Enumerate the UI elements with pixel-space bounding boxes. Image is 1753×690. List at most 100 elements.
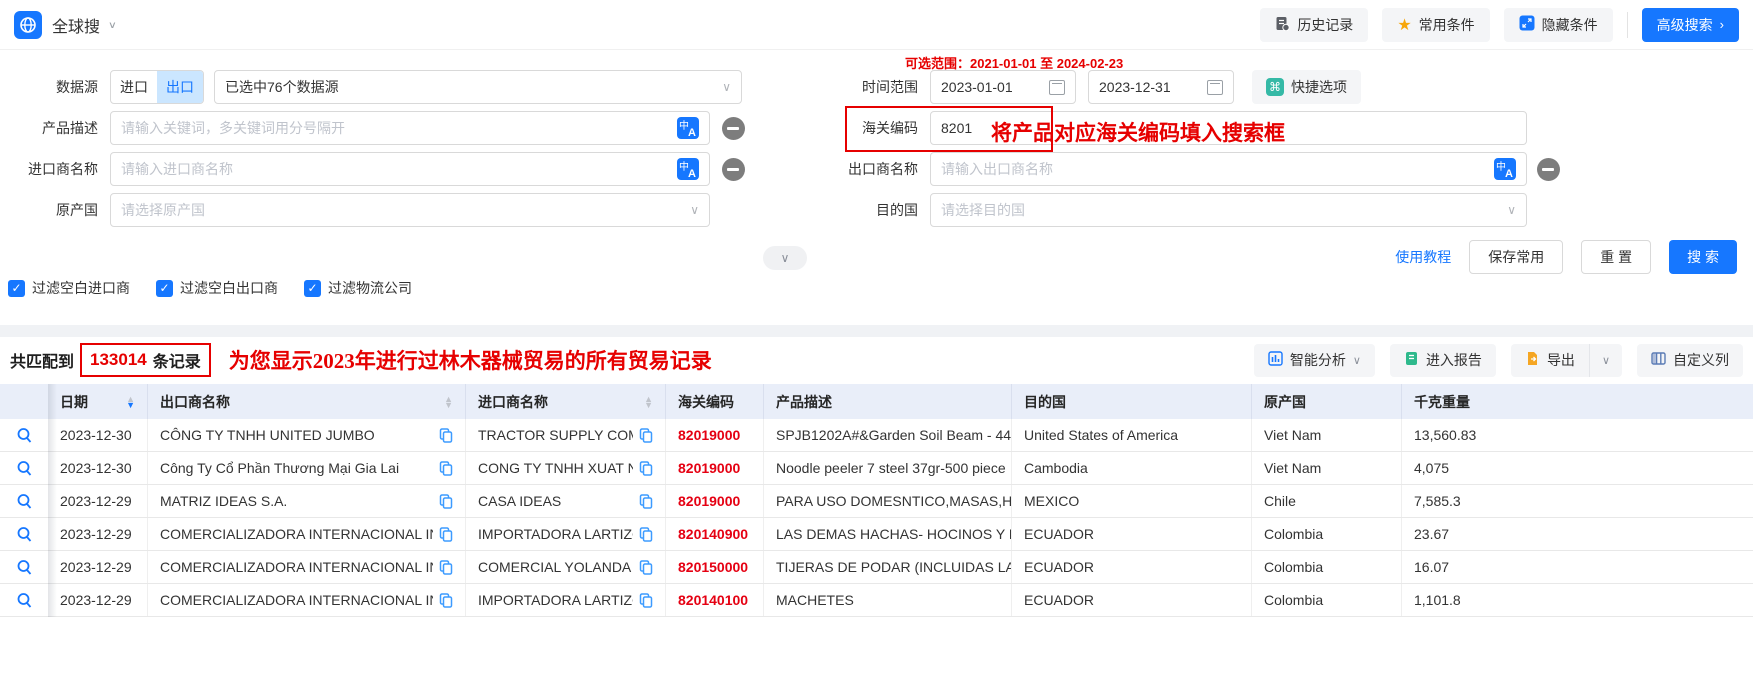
exporter-name-input-wrap: 中A — [930, 152, 1527, 186]
table-header-row: 日期 ▲▼ 出口商名称 ▲▼ 进口商名称 ▲▼ 海关编码 产品描述 目的国 原产… — [0, 384, 1753, 419]
calendar-icon[interactable] — [1049, 80, 1065, 95]
copy-icon[interactable] — [639, 428, 653, 443]
product-desc-input[interactable] — [121, 120, 677, 136]
importer-name-input-wrap: 中A — [110, 152, 710, 186]
datasource-select[interactable]: 已选中76个数据源 ∨ — [214, 70, 742, 104]
tutorial-link[interactable]: 使用教程 — [1395, 247, 1451, 267]
favorite-conditions-button[interactable]: ★ 常用条件 — [1382, 8, 1489, 42]
translate-icon[interactable]: 中A — [1494, 158, 1516, 180]
importer-cell: CASA IDEAS — [466, 485, 666, 517]
filter-blank-exporter-checkbox[interactable]: ✓ 过滤空白出口商 — [156, 278, 278, 298]
exclude-exporter-icon[interactable] — [1537, 158, 1560, 181]
exporter-name-input[interactable] — [941, 161, 1494, 177]
copy-icon[interactable] — [439, 527, 453, 542]
favorite-conditions-label: 常用条件 — [1419, 15, 1475, 35]
copy-icon[interactable] — [439, 428, 453, 443]
translate-icon[interactable]: 中A — [677, 117, 699, 139]
importer-name[interactable]: CONG TY TNHH XUAT NH — [478, 460, 633, 476]
header-origin: 原产国 — [1252, 384, 1402, 419]
sort-icons[interactable]: ▲▼ — [636, 396, 653, 408]
product-cell: LAS DEMAS HACHAS- HOCINOS Y HE — [764, 518, 1012, 550]
search-button[interactable]: 搜 索 — [1669, 240, 1737, 274]
magnifier-icon[interactable] — [16, 493, 33, 510]
table-row: 2023-12-29 COMERCIALIZADORA INTERNACIONA… — [0, 518, 1753, 551]
magnifier-icon[interactable] — [16, 460, 33, 477]
advanced-search-button[interactable]: 高级搜索 › — [1642, 8, 1739, 42]
magnifier-icon[interactable] — [16, 526, 33, 543]
quick-options-button[interactable]: ⌘ 快捷选项 — [1252, 70, 1361, 104]
copy-icon[interactable] — [639, 560, 653, 575]
header-hs-code: 海关编码 — [666, 384, 764, 419]
hide-conditions-button[interactable]: 隐藏条件 — [1504, 8, 1613, 42]
date-end-wrap — [1088, 70, 1234, 104]
filter-blank-importer-checkbox[interactable]: ✓ 过滤空白进口商 — [8, 278, 130, 298]
exporter-name[interactable]: COMERCIALIZADORA INTERNACIONAL INVE — [160, 559, 433, 575]
hs-code-cell[interactable]: 82019000 — [666, 452, 764, 484]
import-toggle[interactable]: 进口 — [111, 71, 157, 103]
date-start-input[interactable] — [941, 79, 1041, 95]
header-importer[interactable]: 进口商名称 ▲▼ — [466, 384, 666, 419]
importer-name[interactable]: IMPORTADORA LARTIZCO — [478, 592, 633, 608]
export-toggle[interactable]: 出口 — [157, 71, 203, 103]
sort-icons[interactable]: ▲▼ — [118, 396, 135, 408]
header-action-col — [0, 384, 48, 419]
destination-cell: MEXICO — [1012, 485, 1252, 517]
hs-code-cell[interactable]: 820140100 — [666, 584, 764, 616]
collapse-form-button[interactable]: ∨ — [763, 246, 807, 270]
importer-name[interactable]: TRACTOR SUPPLY COMPA — [478, 427, 633, 443]
smart-analysis-button[interactable]: 智能分析 ∨ — [1254, 344, 1375, 377]
hs-code-cell[interactable]: 820140900 — [666, 518, 764, 550]
date-end-input[interactable] — [1099, 79, 1199, 95]
copy-icon[interactable] — [439, 593, 453, 608]
origin-country-select[interactable]: 请选择原产国 ∨ — [110, 193, 710, 227]
export-dropdown-button[interactable]: ∨ — [1589, 344, 1622, 377]
app-switch-chevron-down-icon[interactable]: ∨ — [108, 19, 117, 30]
star-icon: ★ — [1397, 15, 1411, 35]
importer-name-input[interactable] — [121, 161, 677, 177]
magnifier-icon[interactable] — [16, 559, 33, 576]
header-date[interactable]: 日期 ▲▼ — [48, 384, 148, 419]
header-exporter[interactable]: 出口商名称 ▲▼ — [148, 384, 466, 419]
copy-icon[interactable] — [639, 494, 653, 509]
exclude-importer-icon[interactable] — [722, 158, 745, 181]
exporter-name[interactable]: CÔNG TY TNHH UNITED JUMBO — [160, 427, 375, 443]
magnifier-icon[interactable] — [16, 427, 33, 444]
history-button[interactable]: 历史记录 — [1260, 8, 1368, 42]
copy-icon[interactable] — [439, 461, 453, 476]
exporter-name[interactable]: MATRIZ IDEAS S.A. — [160, 493, 287, 509]
copy-icon[interactable] — [639, 527, 653, 542]
destination-country-select[interactable]: 请选择目的国 ∨ — [930, 193, 1527, 227]
importer-name[interactable]: COMERCIAL YOLANDA SA — [478, 559, 633, 575]
app-logo-globe-icon[interactable] — [14, 11, 42, 39]
exporter-name[interactable]: Công Ty Cổ Phần Thương Mại Gia Lai — [160, 460, 399, 476]
save-conditions-button[interactable]: 保存常用 — [1469, 240, 1563, 274]
advanced-search-label: 高级搜索 — [1657, 15, 1713, 35]
magnifier-icon[interactable] — [16, 592, 33, 609]
exporter-name[interactable]: COMERCIALIZADORA INTERNACIONAL INVE — [160, 592, 433, 608]
hs-code-cell[interactable]: 820150000 — [666, 551, 764, 583]
calendar-icon[interactable] — [1207, 80, 1223, 95]
copy-icon[interactable] — [639, 593, 653, 608]
copy-icon[interactable] — [439, 560, 453, 575]
sort-icons[interactable]: ▲▼ — [436, 396, 453, 408]
product-cell: SPJB1202A#&Garden Soil Beam - 440 — [764, 419, 1012, 451]
filter-logistics-checkbox[interactable]: ✓ 过滤物流公司 — [304, 278, 412, 298]
translate-icon[interactable]: 中A — [677, 158, 699, 180]
checkbox-checked-icon: ✓ — [304, 280, 321, 297]
exporter-name[interactable]: COMERCIALIZADORA INTERNACIONAL INVE — [160, 526, 433, 542]
copy-icon[interactable] — [639, 461, 653, 476]
enter-report-button[interactable]: 进入报告 — [1390, 344, 1496, 377]
hs-code-input[interactable] — [941, 120, 1001, 136]
row-detail-cell — [0, 518, 48, 550]
product-cell: Noodle peeler 7 steel 37gr-500 piece — [764, 452, 1012, 484]
importer-name[interactable]: IMPORTADORA LARTIZCO — [478, 526, 633, 542]
reset-button[interactable]: 重 置 — [1581, 240, 1651, 274]
customize-columns-button[interactable]: 自定义列 — [1637, 344, 1743, 377]
hs-code-cell[interactable]: 82019000 — [666, 419, 764, 451]
export-button[interactable]: 导出 — [1511, 344, 1589, 377]
importer-name[interactable]: CASA IDEAS — [478, 493, 561, 509]
hs-code-cell[interactable]: 82019000 — [666, 485, 764, 517]
chevron-down-icon: ∨ — [1353, 354, 1361, 367]
copy-icon[interactable] — [439, 494, 453, 509]
exclude-keywords-icon[interactable] — [722, 117, 745, 140]
